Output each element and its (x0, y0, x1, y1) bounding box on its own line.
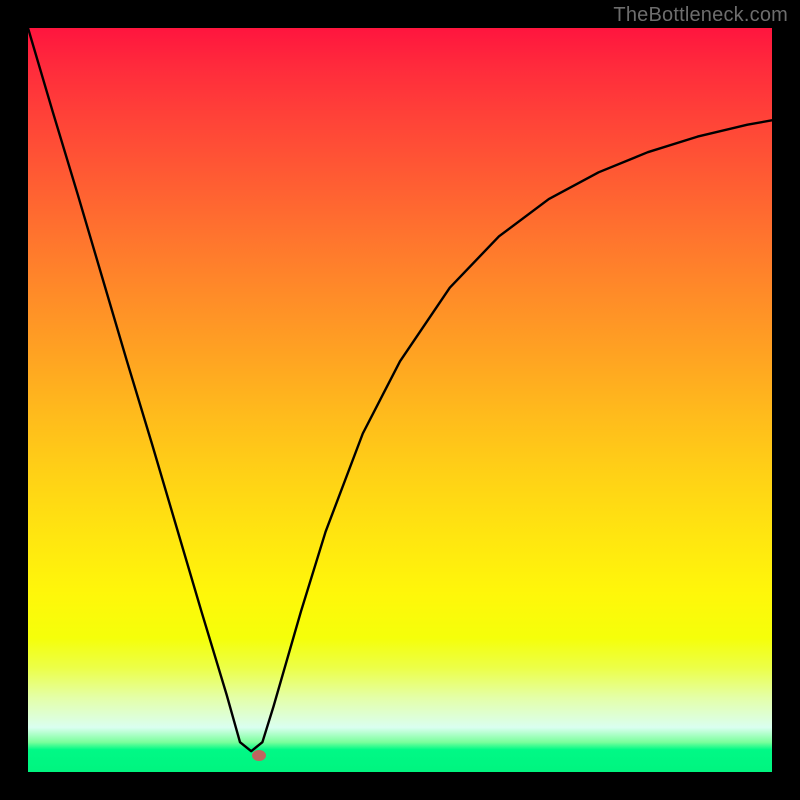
chart-frame: TheBottleneck.com (0, 0, 800, 800)
plot-area (28, 28, 772, 772)
watermark-text: TheBottleneck.com (613, 4, 788, 27)
optimum-marker (252, 750, 266, 761)
bottleneck-curve (28, 28, 772, 772)
